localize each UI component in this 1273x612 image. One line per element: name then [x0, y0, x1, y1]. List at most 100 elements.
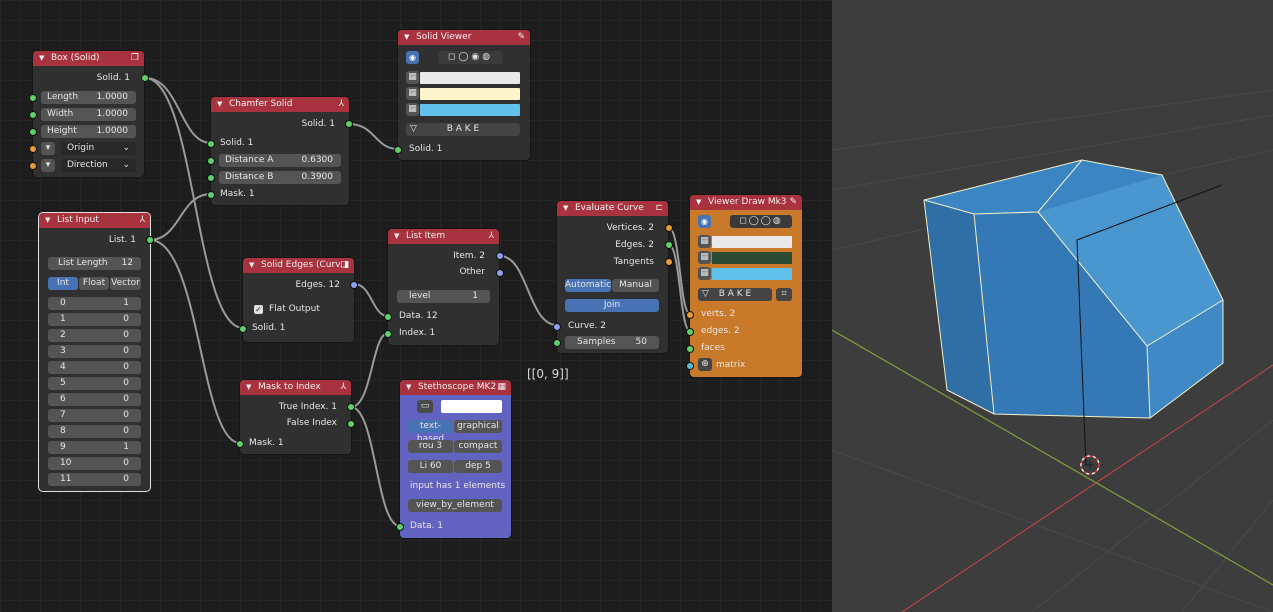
- edge-color-toggle[interactable]: ▦: [406, 87, 419, 100]
- node-header[interactable]: ▼ Solid Edges (Curv... ◨: [243, 258, 354, 273]
- edge-color-swatch[interactable]: [420, 88, 520, 100]
- frame-icon[interactable]: ⌗: [776, 288, 792, 301]
- view-by-element-button[interactable]: view_by_element: [408, 499, 502, 512]
- input-socket[interactable]: [686, 311, 694, 319]
- node-stethoscope[interactable]: ▼ Stethoscope MK2 ▦ ▭ text-based graphical…: [396, 380, 511, 538]
- origin-dropdown[interactable]: Origin ⌄: [61, 142, 136, 155]
- node-box-solid[interactable]: ▼ Box (Solid) ❐ Solid. 1 Length 1.0000 Widt…: [29, 51, 149, 177]
- output-socket[interactable]: [350, 281, 358, 289]
- origin-toggle[interactable]: ▾: [41, 142, 55, 155]
- list-item-field[interactable]: 60: [48, 393, 141, 406]
- input-socket[interactable]: [207, 174, 215, 182]
- node-header[interactable]: ▼ Mask to Index ⅄: [240, 380, 351, 395]
- collapse-arrow-icon[interactable]: ▼: [563, 201, 568, 216]
- node-header[interactable]: ▼ Solid Viewer ✎: [398, 30, 530, 45]
- list-item-field[interactable]: 10: [48, 313, 141, 326]
- depth-field[interactable]: dep 5: [454, 460, 502, 473]
- collapse-arrow-icon[interactable]: ▼: [246, 380, 251, 395]
- line-limit-field[interactable]: Li 60: [408, 460, 453, 473]
- eye-icon[interactable]: ◉: [698, 215, 711, 228]
- matrix-icon[interactable]: ⊕: [698, 358, 712, 371]
- input-socket[interactable]: [29, 128, 37, 136]
- edge-color-toggle[interactable]: ▦: [698, 251, 711, 264]
- output-socket[interactable]: [347, 420, 355, 428]
- node-viewer-draw[interactable]: ▼ Viewer Draw Mk3 ✎ ◉ ◻◯◯◍ ▦ ▦ ▦ ▽ B A K E …: [686, 195, 802, 377]
- mode-manual-button[interactable]: Manual: [612, 279, 659, 292]
- node-header[interactable]: ▼ Viewer Draw Mk3 ✎: [690, 195, 802, 210]
- vertex-color-swatch[interactable]: [712, 236, 792, 248]
- flat-output-checkbox[interactable]: ✓: [254, 305, 263, 314]
- shading-mode-buttons[interactable]: ◻◯◉◍: [438, 51, 503, 64]
- output-socket[interactable]: [665, 241, 673, 249]
- node-solid-viewer[interactable]: ▼ Solid Viewer ✎ ◉ ◻◯◉◍ ▦ ▦ ▦ ▽ B A K E Sol…: [394, 30, 530, 160]
- type-int-button[interactable]: Int: [48, 277, 78, 290]
- list-item-field[interactable]: 70: [48, 409, 141, 422]
- height-field[interactable]: Height 1.0000: [41, 125, 136, 138]
- node-header[interactable]: ▼ Stethoscope MK2 ▦: [400, 380, 511, 395]
- mode-text-based-button[interactable]: text-based: [408, 420, 453, 444]
- input-socket[interactable]: [384, 330, 392, 338]
- input-socket[interactable]: [29, 94, 37, 102]
- list-length-field[interactable]: List Length 12: [48, 257, 141, 270]
- input-socket[interactable]: [207, 157, 215, 165]
- face-color-swatch[interactable]: [420, 104, 520, 116]
- input-socket[interactable]: [29, 111, 37, 119]
- list-item-field[interactable]: 50: [48, 377, 141, 390]
- list-item-field[interactable]: 01: [48, 297, 141, 310]
- output-socket[interactable]: [665, 258, 673, 266]
- output-socket[interactable]: [665, 224, 673, 232]
- list-item-field[interactable]: 20: [48, 329, 141, 342]
- input-socket[interactable]: [686, 345, 694, 353]
- input-socket[interactable]: [396, 523, 404, 531]
- collapse-arrow-icon[interactable]: ▼: [217, 97, 222, 112]
- input-socket[interactable]: [686, 328, 694, 336]
- list-item-field[interactable]: 10 0: [48, 457, 141, 470]
- vertex-color-toggle[interactable]: ▦: [698, 235, 711, 248]
- list-item-field[interactable]: 91: [48, 441, 141, 454]
- node-header[interactable]: ▼ List Input ⅄: [39, 213, 150, 228]
- monitor-icon[interactable]: ▭: [417, 400, 433, 413]
- node-header[interactable]: ▼ Box (Solid) ❐: [33, 51, 144, 66]
- node-list-item[interactable]: ▼ List Item ⅄ Item. 2 Other level 1 Data. 1…: [384, 229, 504, 345]
- input-socket[interactable]: [553, 323, 561, 331]
- input-socket[interactable]: [239, 325, 247, 333]
- node-header[interactable]: ▼ Chamfer Solid ⅄: [211, 97, 349, 112]
- shading-mode-buttons[interactable]: ◻◯◯◍: [730, 215, 792, 228]
- node-header[interactable]: ▼ List Item ⅄: [388, 229, 499, 244]
- vertex-color-toggle[interactable]: ▦: [406, 71, 419, 84]
- mode-graphical-button[interactable]: graphical: [454, 420, 502, 433]
- face-color-toggle[interactable]: ▦: [698, 267, 711, 280]
- input-socket[interactable]: [394, 146, 402, 154]
- collapse-arrow-icon[interactable]: ▼: [394, 229, 399, 244]
- collapse-arrow-icon[interactable]: ▼: [696, 195, 701, 210]
- bake-button[interactable]: ▽ B A K E: [698, 288, 772, 301]
- face-color-toggle[interactable]: ▦: [406, 103, 419, 116]
- bake-button[interactable]: ▽ B A K E: [406, 123, 520, 136]
- width-field[interactable]: Width 1.0000: [41, 108, 136, 121]
- vertex-color-swatch[interactable]: [420, 72, 520, 84]
- rounding-field[interactable]: rou 3: [408, 440, 453, 453]
- length-field[interactable]: Length 1.0000: [41, 91, 136, 104]
- node-solid-edges[interactable]: ▼ Solid Edges (Curv... ◨ Edges. 12 ✓ Flat …: [239, 258, 358, 342]
- input-socket[interactable]: [686, 362, 694, 370]
- distance-b-field[interactable]: Distance B 0.3900: [219, 171, 341, 184]
- eye-icon[interactable]: ◉: [406, 51, 419, 64]
- input-socket[interactable]: [29, 145, 37, 153]
- list-item-field[interactable]: 30: [48, 345, 141, 358]
- join-toggle[interactable]: Join: [565, 299, 659, 312]
- collapse-arrow-icon[interactable]: ▼: [45, 213, 50, 228]
- direction-dropdown[interactable]: Direction ⌄: [61, 159, 136, 172]
- input-socket[interactable]: [207, 191, 215, 199]
- output-socket[interactable]: [345, 120, 353, 128]
- output-socket[interactable]: [146, 236, 154, 244]
- direction-toggle[interactable]: ▾: [41, 159, 55, 172]
- collapse-arrow-icon[interactable]: ▼: [406, 380, 411, 395]
- level-field[interactable]: level 1: [397, 290, 490, 303]
- output-socket[interactable]: [141, 74, 149, 82]
- input-socket[interactable]: [207, 140, 215, 148]
- text-color-swatch[interactable]: [441, 400, 502, 413]
- distance-a-field[interactable]: Distance A 0.6300: [219, 154, 341, 167]
- list-item-field[interactable]: 40: [48, 361, 141, 374]
- input-socket[interactable]: [29, 162, 37, 170]
- input-socket[interactable]: [236, 440, 244, 448]
